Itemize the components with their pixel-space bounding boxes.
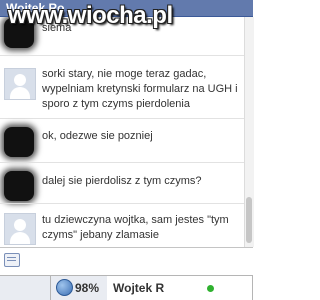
message: ok, odezwe sie pozniej — [0, 119, 244, 165]
chat-tab-name: Wojtek R — [113, 281, 165, 295]
chat-window: Wojtek Ro www.wiocha.pl siema sorki star… — [0, 0, 254, 300]
message: dalej sie pierdolisz z tym czyms? — [0, 163, 244, 207]
divider — [0, 55, 244, 56]
avatar — [4, 127, 34, 157]
avatar — [4, 213, 36, 245]
message: sorki stary, nie moge teraz gadac, wypel… — [0, 60, 244, 120]
message-input[interactable] — [0, 247, 253, 275]
scrollbar[interactable] — [244, 17, 254, 247]
taskbar-status[interactable]: 98% — [50, 276, 108, 300]
scrollbar-thumb[interactable] — [246, 197, 252, 243]
message-text: sorki stary, nie moge teraz gadac, wypel… — [42, 68, 238, 110]
message-text: dalej sie pierdolisz z tym czyms? — [42, 175, 202, 187]
watermark: www.wiocha.pl — [8, 2, 173, 29]
online-status-icon — [207, 285, 214, 292]
status-percent: 98% — [75, 281, 100, 295]
message-text: tu dziewczyna wojtka, sam jestes "tym cz… — [42, 214, 229, 241]
chat-taskbar: 98% Wojtek R — [0, 275, 253, 300]
taskbar-chat-tab[interactable]: Wojtek R — [107, 276, 253, 300]
user-silhouette-icon — [14, 74, 26, 86]
avatar — [4, 171, 34, 201]
avatar — [4, 68, 36, 100]
message: tu dziewczyna wojtka, sam jestes "tym cz… — [0, 204, 244, 247]
globe-icon — [56, 279, 73, 296]
message-text: ok, odezwe sie pozniej — [42, 130, 153, 142]
message-list[interactable]: siema sorki stary, nie moge teraz gadac,… — [0, 17, 244, 247]
user-silhouette-icon — [14, 219, 26, 231]
keyboard-icon — [4, 253, 20, 267]
